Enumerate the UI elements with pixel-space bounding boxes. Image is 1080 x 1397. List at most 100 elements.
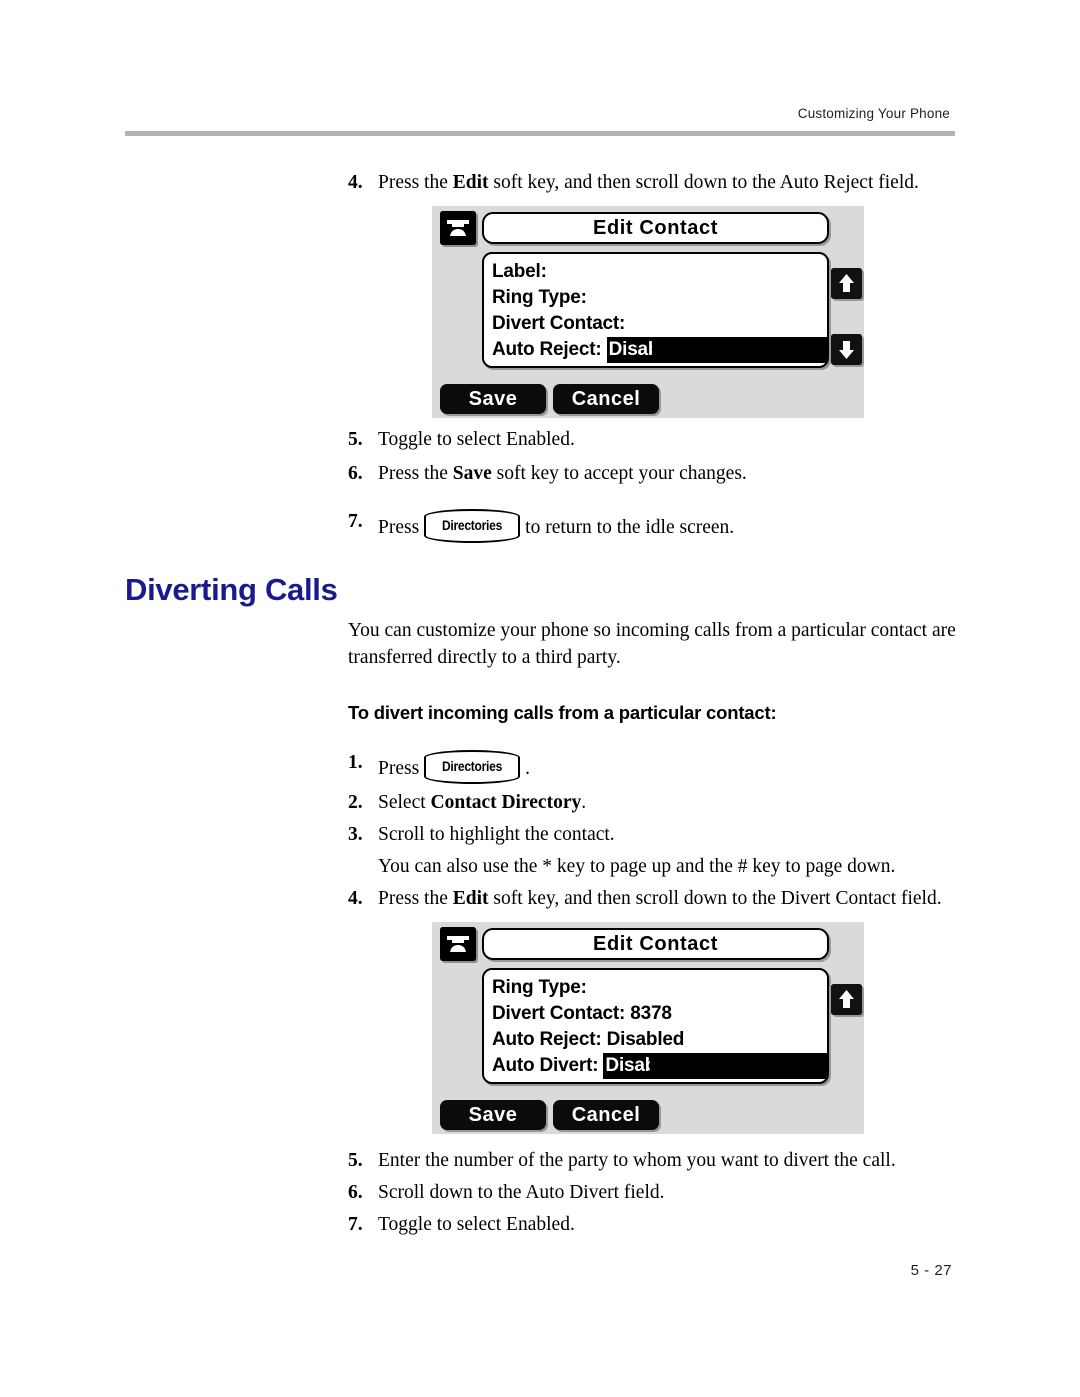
step-number: 7.	[348, 1214, 363, 1235]
step-text-bold: Edit	[452, 172, 489, 193]
step-number: 3.	[348, 824, 363, 845]
step-text-bold: Contact Directory	[430, 792, 582, 813]
lcd-field-row[interactable]: Ring Type:	[484, 285, 827, 311]
step-text: Select Contact Directory.	[378, 790, 960, 817]
lcd-title-bar: Edit Contact	[482, 928, 829, 960]
step-item: 6. Scroll down to the Auto Divert field.	[348, 1180, 960, 1207]
lcd-field-label: Auto Reject:	[492, 339, 602, 360]
step-item: 3. Scroll to highlight the contact.	[348, 822, 960, 849]
up-arrow-icon	[831, 984, 862, 1015]
lcd-field-list: Ring Type: Divert Contact: 8378 Auto Rej…	[482, 968, 829, 1084]
sub-heading: To divert incoming calls from a particul…	[348, 702, 777, 723]
phone-handset-icon	[440, 927, 476, 961]
step-text: Scroll down to the Auto Divert field.	[378, 1182, 665, 1203]
step-number: 1.	[348, 752, 363, 773]
lcd-field-label: Ring Type:	[492, 287, 587, 308]
step-item: 7. Press Directories to return to the idle…	[348, 509, 960, 543]
step-number: 4.	[348, 888, 363, 909]
step-text-after: soft key, and then scroll down to the Di…	[488, 888, 942, 909]
step-text-bold: Save	[452, 463, 492, 484]
step-number: 2.	[348, 792, 363, 813]
softkey-label: Save	[468, 1103, 518, 1126]
lcd-field-label: Divert Contact:	[492, 1003, 626, 1024]
lcd-selection-highlight	[650, 1053, 827, 1079]
step-item: 5. Toggle to select Enabled.	[348, 427, 960, 454]
lcd-title: Edit Contact	[593, 217, 718, 239]
step-text-before: Press the	[378, 463, 453, 484]
step-text-after: to return to the idle screen.	[525, 517, 735, 538]
step-number: 5.	[348, 429, 363, 450]
hardkey-label: Directories	[442, 517, 503, 534]
lcd-field-label: Ring Type:	[492, 977, 587, 998]
step-number: 6.	[348, 1182, 363, 1203]
step-text-after: soft key to accept your changes.	[491, 463, 747, 484]
step-text: Toggle to select Enabled.	[378, 429, 575, 450]
header-divider	[125, 131, 955, 136]
softkey-label: Cancel	[571, 387, 641, 410]
phone-handset-icon	[440, 211, 476, 245]
page-title: Diverting Calls	[125, 572, 338, 607]
softkey-save[interactable]: Save	[440, 384, 546, 414]
lcd-field-label: Auto Divert:	[492, 1055, 599, 1076]
lcd-field-label: Auto Reject:	[492, 1029, 602, 1050]
step-text: Enter the number of the party to whom yo…	[378, 1150, 896, 1171]
lcd-field-value[interactable]: Disabled	[607, 1029, 685, 1050]
up-arrow-icon	[831, 268, 862, 299]
lcd-softkey-bar: Save Cancel	[440, 384, 659, 414]
lcd-field-label: Divert Contact:	[492, 313, 626, 334]
lcd-title-bar: Edit Contact	[482, 212, 829, 244]
step-text: Press Directories to return to the idle sc…	[378, 509, 960, 543]
lcd-softkey-bar: Save Cancel	[440, 1100, 659, 1130]
step-text-before: Press	[378, 758, 420, 779]
step-text: Press the Edit soft key, and then scroll…	[378, 170, 960, 197]
step-item: 4. Press the Edit soft key, and then scr…	[348, 170, 960, 197]
directories-hardkey[interactable]: Directories	[424, 509, 521, 543]
lcd-field-value[interactable]: 8378	[630, 1003, 672, 1024]
step-text: Scroll to highlight the contact.	[378, 824, 615, 845]
step-text-after: .	[525, 758, 531, 779]
running-head: Customizing Your Phone	[797, 106, 950, 121]
softkey-label: Save	[468, 387, 518, 410]
step-text-before: Press the	[378, 888, 453, 909]
step-number: 6.	[348, 463, 363, 484]
step-text-before: Press	[378, 517, 420, 538]
lcd-field-row[interactable]: Auto Reject: Disabled	[484, 1027, 827, 1053]
step-text-after: .	[581, 792, 587, 813]
lcd-field-row[interactable]: Divert Contact: 8378	[484, 1001, 827, 1027]
directories-hardkey[interactable]: Directories	[424, 750, 521, 784]
step-item: 4. Press the Edit soft key, and then scr…	[348, 886, 960, 913]
step-text: Press the Save soft key to accept your c…	[378, 461, 960, 488]
softkey-cancel[interactable]: Cancel	[553, 1100, 659, 1130]
softkey-save[interactable]: Save	[440, 1100, 546, 1130]
down-arrow-icon	[831, 334, 862, 365]
hardkey-label: Directories	[442, 758, 503, 775]
phone-screen-auto-reject: Edit Contact Label: Ring Type: Divert Co…	[432, 206, 864, 418]
step-item: 6. Press the Save soft key to accept you…	[348, 461, 960, 488]
lcd-field-row[interactable]: Divert Contact:	[484, 311, 827, 337]
step-text-bold: Edit	[452, 888, 489, 909]
phone-screen-auto-divert: Edit Contact Ring Type: Divert Contact: …	[432, 922, 864, 1134]
step-item: 2. Select Contact Directory.	[348, 790, 960, 817]
lcd-field-list: Label: Ring Type: Divert Contact: Auto R…	[482, 252, 829, 368]
step-number: 5.	[348, 1150, 363, 1171]
intro-paragraph: You can customize your phone so incoming…	[348, 620, 956, 668]
softkey-cancel[interactable]: Cancel	[553, 384, 659, 414]
lcd-field-label: Label:	[492, 261, 547, 282]
step-text: Press Directories.	[378, 750, 960, 784]
step-item: 7. Toggle to select Enabled.	[348, 1212, 960, 1239]
step-note: You can also use the * key to page up an…	[378, 856, 896, 877]
step-number: 7.	[348, 511, 363, 532]
page-number: 5 - 27	[910, 1262, 952, 1279]
step-item: 1. Press Directories.	[348, 750, 960, 784]
lcd-field-row-selected[interactable]: Auto Reject: Disabled	[484, 337, 827, 363]
step-text-before: Press the	[378, 172, 453, 193]
softkey-label: Cancel	[571, 1103, 641, 1126]
step-text-after: soft key, and then scroll down to the Au…	[488, 172, 919, 193]
step-item: 5. Enter the number of the party to whom…	[348, 1148, 960, 1175]
lcd-title: Edit Contact	[593, 933, 718, 955]
step-number: 4.	[348, 172, 363, 193]
lcd-field-row[interactable]: Ring Type:	[484, 975, 827, 1001]
lcd-field-row[interactable]: Label:	[484, 259, 827, 285]
step-text: Toggle to select Enabled.	[378, 1214, 575, 1235]
lcd-field-row-selected[interactable]: Auto Divert: Disabled	[484, 1053, 827, 1079]
